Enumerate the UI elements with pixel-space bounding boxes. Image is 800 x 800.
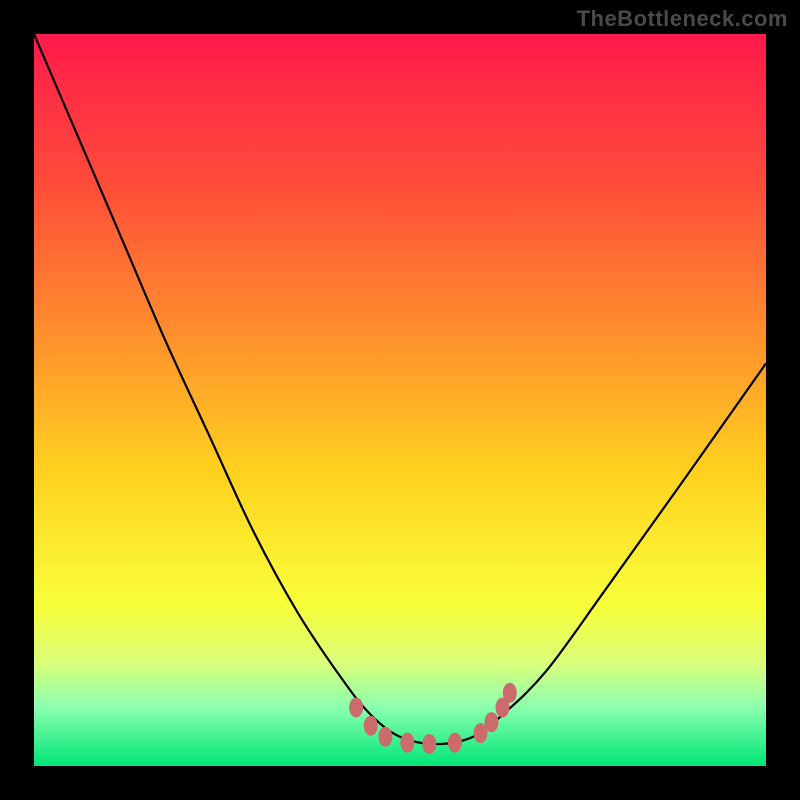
marker-dot bbox=[485, 712, 499, 732]
watermark-text: TheBottleneck.com bbox=[577, 6, 788, 32]
marker-dot bbox=[422, 734, 436, 754]
marker-dot bbox=[400, 733, 414, 753]
marker-dot bbox=[503, 683, 517, 703]
marker-dot bbox=[364, 716, 378, 736]
chart-frame: TheBottleneck.com bbox=[0, 0, 800, 800]
marker-dot bbox=[448, 733, 462, 753]
gradient-background bbox=[34, 34, 766, 766]
marker-dot bbox=[349, 697, 363, 717]
plot-area bbox=[34, 34, 766, 766]
marker-dot bbox=[378, 727, 392, 747]
bottleneck-chart-svg bbox=[34, 34, 766, 766]
